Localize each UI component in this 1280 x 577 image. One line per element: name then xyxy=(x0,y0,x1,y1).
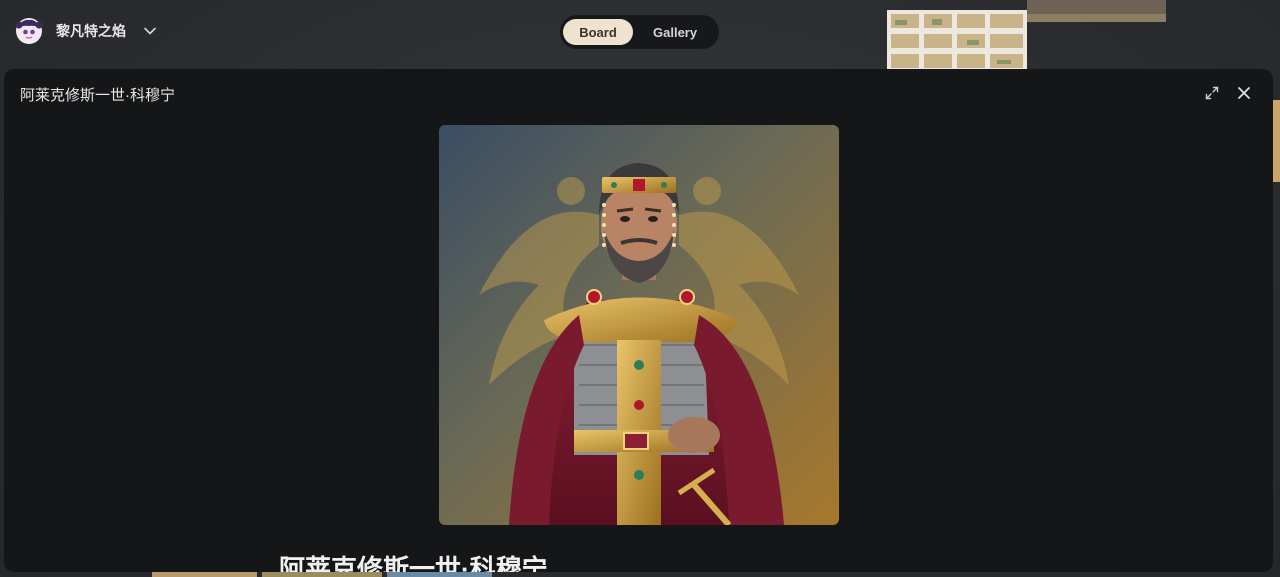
view-mode-toggle: Board Gallery xyxy=(560,15,719,49)
modal-title: 阿莱克修斯一世·科穆宁 xyxy=(20,87,175,104)
image-viewer-modal: 阿莱克修斯一世·科穆宁 阿莱克修斯一世·科穆宁 xyxy=(4,69,1273,572)
top-bar: 黎凡特之焰 Board Gallery xyxy=(0,0,1280,64)
board-title: 黎凡特之焰 xyxy=(56,23,126,39)
board-card-edge[interactable] xyxy=(1273,100,1280,182)
avatar-icon xyxy=(14,16,44,46)
portrait-caption: 阿莱克修斯一世·科穆宁 xyxy=(279,554,548,572)
tab-board[interactable]: Board xyxy=(563,19,633,45)
chevron-down-icon[interactable] xyxy=(144,27,156,35)
board-switcher[interactable]: 黎凡特之焰 xyxy=(14,14,156,48)
close-icon[interactable] xyxy=(1232,81,1256,105)
expand-icon[interactable] xyxy=(1200,81,1224,105)
tab-gallery[interactable]: Gallery xyxy=(639,19,711,45)
portrait-image xyxy=(439,125,839,525)
